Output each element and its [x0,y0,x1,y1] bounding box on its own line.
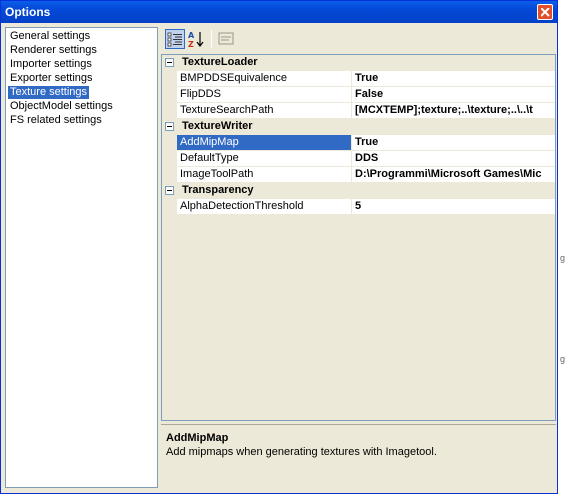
close-icon [541,8,550,17]
property-value[interactable]: True [352,135,555,151]
collapse-icon[interactable] [165,58,174,67]
property-name[interactable]: ImageToolPath [177,167,352,183]
category-label: Transparency [182,184,254,196]
close-button[interactable] [537,4,553,20]
row-gutter [162,87,177,103]
nav-item-exporter[interactable]: Exporter settings [8,72,95,85]
property-row[interactable]: TextureSearchPath [MCXTEMP];texture;..\t… [162,103,555,119]
category-row-texturewriter[interactable]: TextureWriter [162,119,555,135]
toolbar-separator [211,30,212,48]
row-gutter [162,103,177,119]
alphabetical-sort-icon: A Z [188,31,204,49]
nav-item-fs[interactable]: FS related settings [8,114,104,127]
svg-text:A: A [188,31,195,40]
row-gutter [162,167,177,183]
property-name[interactable]: AddMipMap [177,135,352,151]
category-label: TextureWriter [182,120,253,132]
property-row[interactable]: AlphaDetectionThreshold 5 [162,199,555,215]
alphabetical-button[interactable]: A Z [187,29,207,49]
description-panel: AddMipMap Add mipmaps when generating te… [161,424,556,488]
property-value[interactable]: True [352,71,555,87]
settings-list[interactable]: General settings Renderer settings Impor… [5,27,158,488]
category-row-textureloader[interactable]: TextureLoader [162,55,555,71]
nav-item-general[interactable]: General settings [8,30,92,43]
category-row-transparency[interactable]: Transparency [162,183,555,199]
svg-text:Z: Z [188,40,194,49]
property-name[interactable]: DefaultType [177,151,352,167]
property-row[interactable]: ImageToolPath D:\Programmi\Microsoft Gam… [162,167,555,183]
window-title: Options [5,5,51,19]
client-area: General settings Renderer settings Impor… [4,25,556,491]
collapse-icon[interactable] [165,186,174,195]
property-value[interactable]: D:\Programmi\Microsoft Games\Mic [352,167,555,183]
category-label: TextureLoader [182,56,258,68]
background-window-edge [558,0,565,494]
property-grid[interactable]: TextureLoader BMPDDSEquivalence True Fli… [161,54,556,421]
background-glyph: g [560,253,565,263]
property-name[interactable]: FlipDDS [177,87,352,103]
property-value[interactable]: 5 [352,199,555,215]
collapse-icon[interactable] [165,122,174,131]
row-gutter [162,71,177,87]
background-glyph: g [560,354,565,364]
property-pages-icon [218,32,234,45]
nav-item-renderer[interactable]: Renderer settings [8,44,99,57]
property-row[interactable]: FlipDDS False [162,87,555,103]
property-toolbar: A Z [161,27,556,52]
categorized-icon [167,32,182,47]
title-bar[interactable]: Options [1,1,557,23]
categorized-button[interactable] [165,29,185,49]
property-value[interactable]: [MCXTEMP];texture;..\texture;..\..\t [352,103,555,119]
options-window: Options General settings Renderer settin… [0,0,558,494]
nav-item-texture[interactable]: Texture settings [8,86,90,99]
row-gutter [162,151,177,167]
property-name[interactable]: BMPDDSEquivalence [177,71,352,87]
property-name[interactable]: AlphaDetectionThreshold [177,199,352,215]
row-gutter [162,135,177,151]
property-name[interactable]: TextureSearchPath [177,103,352,119]
grid-empty-area [162,215,555,420]
property-pages-button[interactable] [217,29,237,49]
nav-item-importer[interactable]: Importer settings [8,58,94,71]
property-row[interactable]: BMPDDSEquivalence True [162,71,555,87]
description-text: Add mipmaps when generating textures wit… [166,446,437,458]
nav-item-objectmodel[interactable]: ObjectModel settings [8,100,115,113]
description-title: AddMipMap [166,432,229,444]
row-gutter [162,199,177,215]
property-pane: A Z TextureLoader BMPDDSEquivalence True… [161,27,556,488]
property-row[interactable]: DefaultType DDS [162,151,555,167]
property-value[interactable]: False [352,87,555,103]
property-row[interactable]: AddMipMap True [162,135,555,151]
property-value[interactable]: DDS [352,151,555,167]
